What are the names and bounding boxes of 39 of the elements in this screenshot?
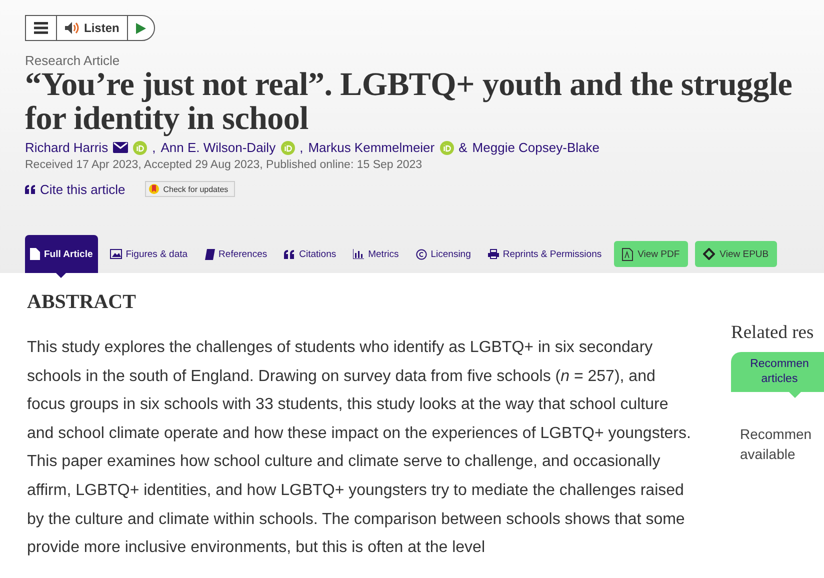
abstract-heading: ABSTRACT	[27, 291, 137, 314]
author-separator: ,	[152, 140, 156, 155]
article-tab[interactable]: Citations	[279, 235, 342, 273]
article-type: Research Article	[25, 53, 121, 68]
document-icon	[30, 248, 40, 260]
bar-chart-icon	[353, 249, 364, 259]
article-tab[interactable]: Licensing	[410, 235, 476, 273]
author-link[interactable]: Meggie Copsey-Blake	[472, 140, 600, 155]
article-tab[interactable]: References	[200, 235, 272, 273]
diamond-icon	[702, 248, 715, 260]
article-title: “You’re just not real”. LGBTQ+ youth and the struggle for identity in school	[25, 68, 794, 136]
quote-icon	[25, 184, 36, 194]
quote-icon	[284, 250, 296, 258]
author-link[interactable]: Richard Harris	[25, 140, 108, 155]
author-link[interactable]: Markus Kemmelmeier	[308, 140, 435, 155]
related-heading: Related res	[731, 323, 815, 344]
recommended-tab[interactable]: Recommen articles	[731, 352, 824, 398]
printer-icon	[488, 249, 499, 259]
listen-button[interactable]: Listen	[56, 16, 128, 40]
cite-link[interactable]: Cite this article	[25, 182, 126, 196]
check-updates-button[interactable]: Check for updates	[145, 181, 236, 197]
recommended-message: Recommen available	[740, 425, 813, 464]
view-pdf-button[interactable]: View PDF	[614, 241, 688, 267]
view-epub-button[interactable]: View EPUB	[694, 241, 777, 267]
author-separator: ,	[300, 140, 304, 155]
publication-dates: Received 17 Apr 2023, Accepted 29 Aug 2023, Published online: 15 Sep 2023	[25, 159, 424, 171]
bookmark-icon	[149, 184, 160, 194]
author-separator: &	[458, 140, 468, 155]
article-tab[interactable]: Reprints & Permissions	[482, 235, 607, 273]
article-tab[interactable]: Figures & data	[104, 235, 193, 273]
document-icon	[622, 248, 633, 260]
author-link[interactable]: Ann E. Wilson-Daily	[160, 140, 276, 155]
image-icon	[110, 249, 122, 259]
play-icon	[136, 22, 146, 34]
article-tab[interactable]: Metrics	[348, 235, 404, 273]
copyright-icon	[416, 248, 427, 260]
envelope-icon[interactable]	[113, 142, 128, 153]
abstract-text: This study explores the challenges of students who identify as LGBTQ+ in six secondary schools in the south of England. Drawing on survey data from five schools (n = 257), and focus groups in six schools with 33 students, this study looks at the way that school culture and school climate operate and how these impact on the experiences of LGBTQ+ youngsters. This paper examines how school culture and climate serve to challenge, and occasionally affirm, LGBTQ+ identities, and how LGBTQ+ youngsters try to mediate the challenges raised by the culture and climate within schools. The comparison between schools shows that some provide more inclusive environments, but this is often at the level	[27, 338, 692, 558]
speaker-icon	[65, 22, 80, 34]
